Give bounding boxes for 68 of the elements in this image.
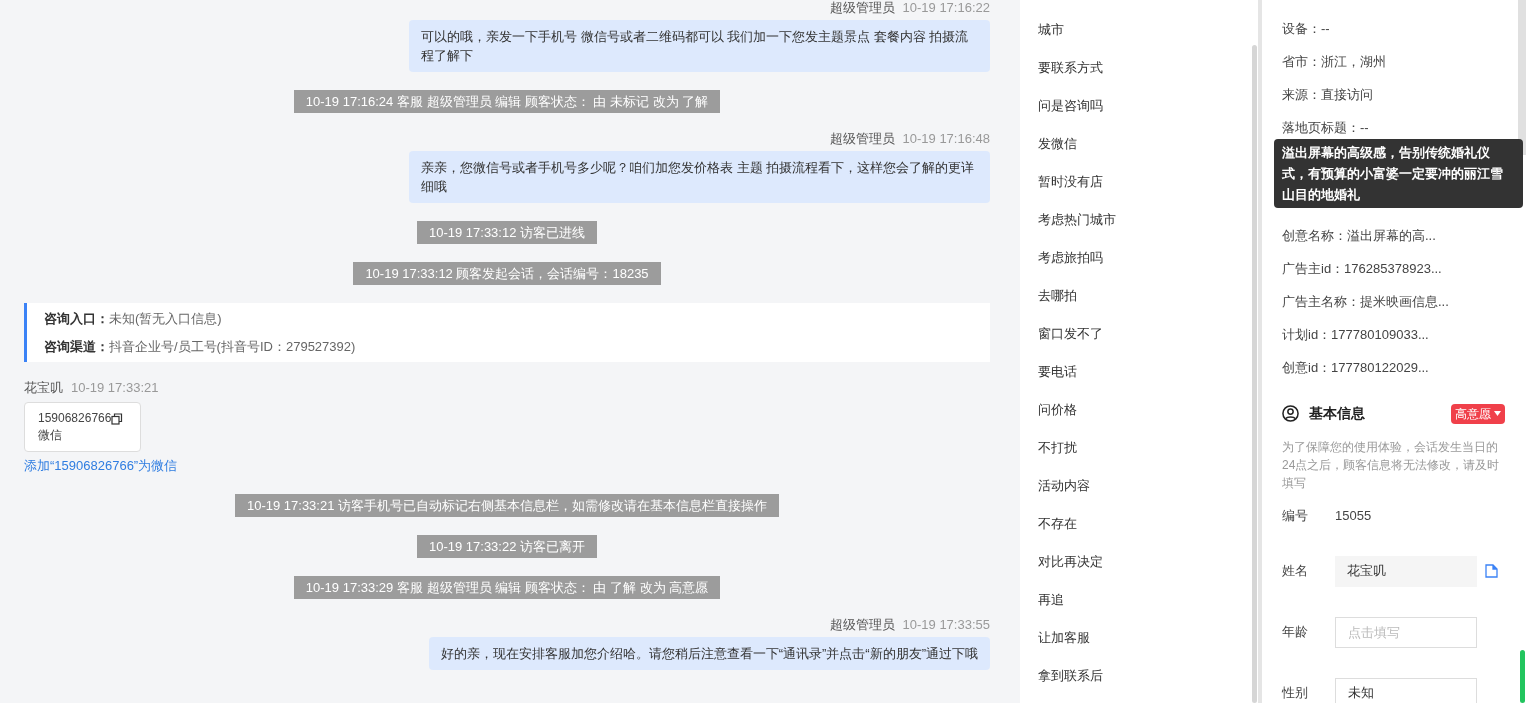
system-notice: 10-19 17:33:29 客服 超级管理员 编辑 顾客状态： 由 了解 改为 高意愿 bbox=[293, 575, 721, 599]
quick-reply-item[interactable]: 再追 bbox=[1038, 590, 1252, 628]
quick-reply-item[interactable]: 让加客服 bbox=[1038, 628, 1252, 666]
message-bubble: 可以的哦，亲发一下手机号 微信号或者二维码都可以 我们加一下您发主题景点 套餐内容 拍摄流程了解下 bbox=[409, 20, 990, 72]
quick-reply-item[interactable]: 拿到联系后 bbox=[1038, 666, 1252, 703]
sender-name: 超级管理员 bbox=[829, 131, 895, 147]
quick-reply-item[interactable]: 去哪拍 bbox=[1038, 286, 1252, 324]
info-value: 未知(暂无入口信息) bbox=[109, 310, 222, 328]
system-notice: 10-19 17:33:22 访客已离开 bbox=[416, 534, 598, 558]
scrollbar-thumb[interactable] bbox=[1252, 45, 1257, 703]
quick-reply-item[interactable]: 对比再决定 bbox=[1038, 552, 1252, 590]
quick-reply-item[interactable]: 不存在 bbox=[1038, 514, 1252, 552]
name-field[interactable]: 花宝叽 bbox=[1335, 555, 1477, 587]
message-time: 10-19 17:33:55 bbox=[902, 616, 990, 633]
quick-reply-item[interactable]: 窗口发不了 bbox=[1038, 324, 1252, 362]
quick-reply-item[interactable]: 城市 bbox=[1038, 20, 1252, 58]
add-wechat-link[interactable]: 添加“15906826766”为微信 bbox=[24, 456, 178, 476]
input-field[interactable]: 点击填写 bbox=[1335, 616, 1477, 648]
notice-text: 为了保障您的使用体验，会话发生当日的24点之后，顾客信息将无法修改，请及时填写 bbox=[1282, 439, 1501, 492]
visit-info-row-text: 省市：浙江，湖州 bbox=[1282, 53, 1387, 71]
info-label: 咨询渠道： bbox=[44, 337, 109, 356]
caret-icon bbox=[1494, 411, 1501, 416]
message-time: 10-19 17:33:21 bbox=[71, 380, 159, 396]
phone-number: 15906826766 bbox=[38, 410, 112, 427]
info-label: 咨询入口： bbox=[44, 310, 109, 328]
quick-reply-item[interactable]: 活动内容 bbox=[1038, 476, 1252, 514]
system-notice: 10-19 17:33:12 访客已进线 bbox=[416, 221, 598, 244]
scrollbar-thumb[interactable] bbox=[1519, 650, 1525, 703]
quick-reply-item[interactable]: 考虑热门城市 bbox=[1038, 210, 1252, 248]
section-title: 基本信息 bbox=[1309, 404, 1365, 423]
message-time: 10-19 17:16:48 bbox=[902, 131, 990, 147]
system-notice: 10-19 17:16:24 客服 超级管理员 编辑 顾客状态： 由 未标记 改为 了解 bbox=[293, 90, 721, 113]
quick-reply-item[interactable]: 要联系方式 bbox=[1038, 58, 1252, 96]
input-field[interactable]: 未知 bbox=[1335, 677, 1477, 703]
message-bubble: 好的亲，现在安排客服加您介绍哈。请您稍后注意查看一下“通讯录”并点击“新的朋友”通过下哦 bbox=[428, 636, 990, 670]
quick-reply-item[interactable]: 不打扰 bbox=[1038, 438, 1252, 476]
quick-reply-item[interactable]: 要电话 bbox=[1038, 362, 1252, 400]
visit-info-row-text: 创意id：177780122029... bbox=[1282, 359, 1430, 377]
visit-info-row-text: 设备：-- bbox=[1282, 20, 1331, 38]
user-icon bbox=[1282, 405, 1299, 422]
sender-name: 花宝叽 bbox=[24, 380, 63, 396]
quick-reply-item[interactable]: 暂时没有店 bbox=[1038, 172, 1252, 210]
field-label: 姓名 bbox=[1282, 562, 1309, 581]
sender-name: 超级管理员 bbox=[829, 0, 895, 16]
quick-reply-item[interactable]: 考虑旅拍吗 bbox=[1038, 248, 1252, 286]
message-time: 10-19 17:16:22 bbox=[902, 0, 990, 16]
field-label: 编号 bbox=[1282, 507, 1309, 525]
quick-reply-item[interactable]: 问价格 bbox=[1038, 400, 1252, 438]
field-label: 年龄 bbox=[1282, 623, 1309, 642]
quick-reply-item[interactable]: 发微信 bbox=[1038, 134, 1252, 172]
visit-info-row-text: 来源：直接访问 bbox=[1282, 86, 1374, 104]
field-value: 15055 bbox=[1335, 507, 1372, 525]
quick-reply-item[interactable]: 问是咨询吗 bbox=[1038, 96, 1252, 134]
visit-info-row-text: 广告主名称：提米映画信息... bbox=[1282, 293, 1450, 311]
status-dropdown[interactable]: 高意愿 bbox=[1451, 403, 1505, 424]
visit-info-row-text: 广告主id：176285378923... bbox=[1282, 260, 1443, 278]
field-label: 性别 bbox=[1282, 684, 1309, 703]
visit-info-row-text: 落地页标题：-- bbox=[1282, 119, 1370, 137]
system-notice: 10-19 17:33:21 访客手机号已自动标记右侧基本信息栏，如需修改请在基本信息栏直接操作 bbox=[234, 493, 780, 517]
system-notice: 10-19 17:33:12 顾客发起会话，会话编号：18235 bbox=[353, 262, 661, 285]
sender-name: 超级管理员 bbox=[829, 616, 895, 633]
contact-type: 微信 bbox=[38, 428, 62, 442]
copy-icon[interactable] bbox=[111, 412, 124, 425]
visit-info-row-text: 计划id：177780109033... bbox=[1282, 326, 1430, 344]
tooltip: 溢出屏幕的高级感，告别传统婚礼仪式，有预算的小富婆一定要冲的丽江雪山目的地婚礼 bbox=[1274, 139, 1523, 208]
info-value: 抖音企业号/员工号(抖音号ID：279527392) bbox=[109, 337, 356, 356]
message-bubble: 亲亲，您微信号或者手机号多少呢？咱们加您发价格表 主题 拍摄流程看下，这样您会了解的更详细哦 bbox=[409, 151, 990, 203]
visit-info-row-text: 创意名称：溢出屏幕的高... bbox=[1282, 227, 1437, 245]
